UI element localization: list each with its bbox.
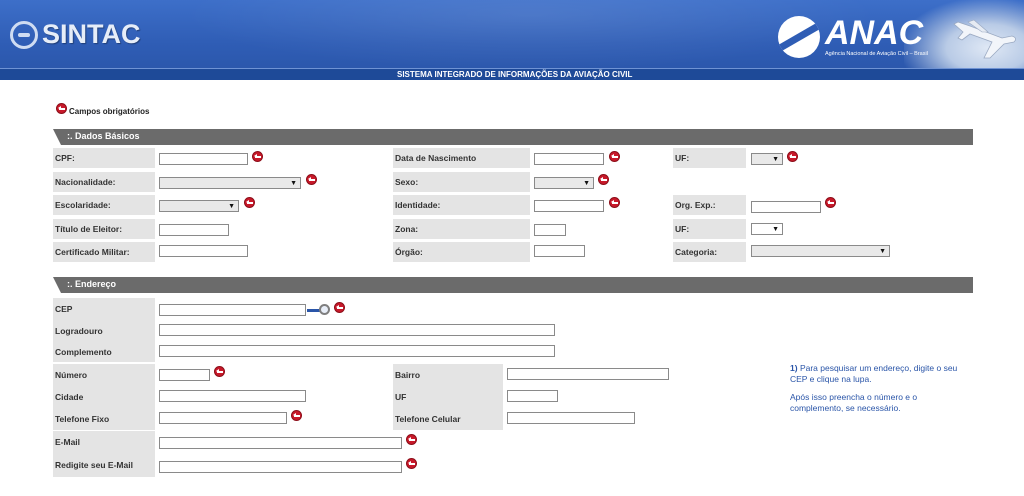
certificado-militar-input[interactable] — [159, 245, 248, 257]
required-marker-icon — [406, 458, 417, 469]
anac-logo-text: ANAC — [825, 14, 924, 52]
label-complemento: Complemento — [53, 342, 155, 362]
cpf-input[interactable] — [159, 153, 248, 165]
magnifier-search-icon[interactable] — [307, 304, 331, 316]
required-marker-icon — [291, 410, 302, 421]
cep-input[interactable] — [159, 304, 306, 316]
help-step-text: Para pesquisar um endereço, digite o seu… — [790, 363, 958, 384]
label-telefone-fixo: Telefone Fixo — [53, 408, 155, 430]
sintac-logo-text: SINTAC — [42, 19, 141, 49]
label-cidade: Cidade — [53, 386, 155, 408]
zona-input[interactable] — [534, 224, 566, 236]
cep-help-note: 1) Para pesquisar um endereço, digite o … — [790, 363, 965, 385]
cep-help-followup: Após isso preencha o número e o compleme… — [790, 392, 918, 413]
org-exp-input[interactable] — [751, 201, 821, 213]
label-org-exp: Org. Exp.: — [673, 195, 746, 215]
anac-logo-subtitle: Agência Nacional de Aviação Civil – Bras… — [825, 51, 928, 57]
label-email: E-Mail — [53, 431, 155, 453]
label-bairro: Bairro — [393, 364, 503, 386]
redigite-email-input[interactable] — [159, 461, 402, 473]
uf-identidade-select[interactable] — [751, 223, 783, 235]
required-marker-icon — [214, 366, 225, 377]
required-marker-icon — [306, 174, 317, 185]
required-marker-icon — [609, 197, 620, 208]
label-redigite-email: Redigite seu E-Mail — [53, 453, 155, 477]
categoria-select[interactable] — [751, 245, 890, 257]
logradouro-input[interactable] — [159, 324, 555, 336]
bairro-input[interactable] — [507, 368, 669, 380]
label-data-nascimento: Data de Nascimento — [393, 148, 530, 168]
email-input[interactable] — [159, 437, 402, 449]
required-marker-icon — [244, 197, 255, 208]
label-zona: Zona: — [393, 219, 530, 239]
titulo-eleitor-input[interactable] — [159, 224, 229, 236]
required-marker-icon — [609, 151, 620, 162]
label-nacionalidade: Nacionalidade: — [53, 172, 155, 192]
label-uf-identidade: UF: — [673, 219, 746, 239]
sintac-logo[interactable]: SINTAC — [10, 19, 141, 50]
required-marker-icon — [252, 151, 263, 162]
numero-input[interactable] — [159, 369, 210, 381]
system-title-bar: SISTEMA INTEGRADO DE INFORMAÇÕES DA AVIA… — [0, 68, 1024, 80]
complemento-input[interactable] — [159, 345, 555, 357]
label-identidade: Identidade: — [393, 195, 530, 215]
required-legend: Campos obrigatórios — [69, 107, 150, 116]
header-banner: SINTAC ANAC Agência Nacional de Aviação … — [0, 0, 1024, 80]
label-categoria: Categoria: — [673, 242, 746, 262]
identidade-input[interactable] — [534, 200, 604, 212]
section-header-dados-basicos: :. Dados Básicos — [53, 129, 973, 145]
banner-swoosh — [180, 0, 880, 70]
uf-endereco-input[interactable] — [507, 390, 558, 402]
required-marker-icon — [334, 302, 345, 313]
required-marker-icon — [825, 197, 836, 208]
label-escolaridade: Escolaridade: — [53, 195, 155, 215]
anac-emblem-icon — [778, 16, 820, 58]
label-orgao: Órgão: — [393, 242, 530, 262]
sintac-emblem-icon — [10, 20, 38, 49]
label-uf-endereco: UF — [393, 386, 503, 408]
escolaridade-select[interactable] — [159, 200, 239, 212]
uf-select[interactable] — [751, 153, 783, 165]
label-logradouro: Logradouro — [53, 320, 155, 342]
required-marker-icon — [406, 434, 417, 445]
label-titulo-eleitor: Título de Eleitor: — [53, 219, 155, 239]
help-step-number: 1) — [790, 363, 798, 373]
orgao-input[interactable] — [534, 245, 585, 257]
system-title: SISTEMA INTEGRADO DE INFORMAÇÕES DA AVIA… — [397, 70, 633, 79]
data-nascimento-input[interactable] — [534, 153, 604, 165]
airplane-icon — [953, 19, 1016, 59]
anac-logo[interactable]: ANAC Agência Nacional de Aviação Civil –… — [778, 16, 928, 58]
telefone-celular-input[interactable] — [507, 412, 635, 424]
nacionalidade-select[interactable] — [159, 177, 301, 189]
required-marker-icon — [598, 174, 609, 185]
label-certificado-militar: Certificado Militar: — [53, 242, 155, 262]
label-sexo: Sexo: — [393, 172, 530, 192]
telefone-fixo-input[interactable] — [159, 412, 287, 424]
label-numero: Número — [53, 364, 155, 386]
label-cpf: CPF: — [53, 148, 155, 168]
label-uf: UF: — [673, 148, 746, 168]
cidade-input[interactable] — [159, 390, 306, 402]
sexo-select[interactable] — [534, 177, 594, 189]
required-marker-icon — [56, 103, 67, 114]
section-title: :. Endereço — [67, 279, 117, 289]
label-cep: CEP — [53, 298, 155, 320]
section-title: :. Dados Básicos — [67, 131, 140, 141]
label-telefone-celular: Telefone Celular — [393, 408, 503, 430]
required-marker-icon — [787, 151, 798, 162]
section-header-endereco: :. Endereço — [53, 277, 973, 293]
